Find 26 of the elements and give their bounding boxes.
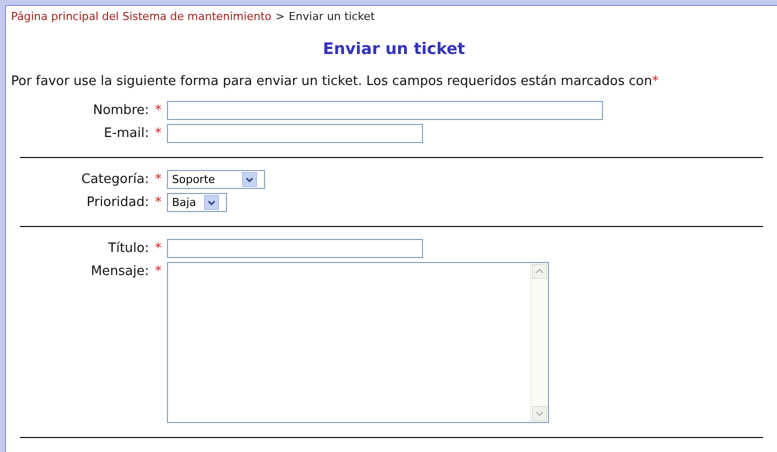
breadcrumb-current: Enviar un ticket: [288, 10, 375, 23]
dropdown[interactable]: Baja: [167, 193, 227, 212]
field-label: E-mail:: [102, 125, 150, 143]
scroll-down-icon[interactable]: [532, 406, 547, 421]
text-field[interactable]: [167, 101, 603, 120]
text-field[interactable]: [167, 239, 423, 258]
required-mark: *: [155, 171, 162, 189]
field-label: Mensaje:: [90, 263, 150, 281]
dropdown[interactable]: Soporte: [167, 170, 265, 189]
field-label: Nombre:: [92, 102, 150, 120]
required-mark: *: [155, 125, 162, 143]
home-link[interactable]: Página principal del Sistema de mantenimiento: [11, 10, 272, 23]
field-label: Título:: [107, 240, 150, 258]
required-mark: *: [155, 102, 162, 120]
intro-text: Por favor use la siguiente forma para enviar un ticket. Los campos requeridos están marcados con: [11, 74, 652, 89]
field-label: Categoría:: [80, 171, 150, 189]
field-label: Prioridad:: [86, 194, 150, 212]
page-title: Enviar un ticket: [322, 39, 466, 58]
required-mark: *: [652, 74, 659, 89]
required-mark: *: [155, 194, 162, 212]
breadcrumb-separator: >: [275, 10, 285, 23]
required-mark: *: [155, 240, 162, 258]
message-field[interactable]: [167, 262, 549, 423]
scroll-up-icon[interactable]: [532, 264, 547, 279]
required-mark: *: [155, 263, 162, 281]
text-field[interactable]: [167, 124, 423, 143]
